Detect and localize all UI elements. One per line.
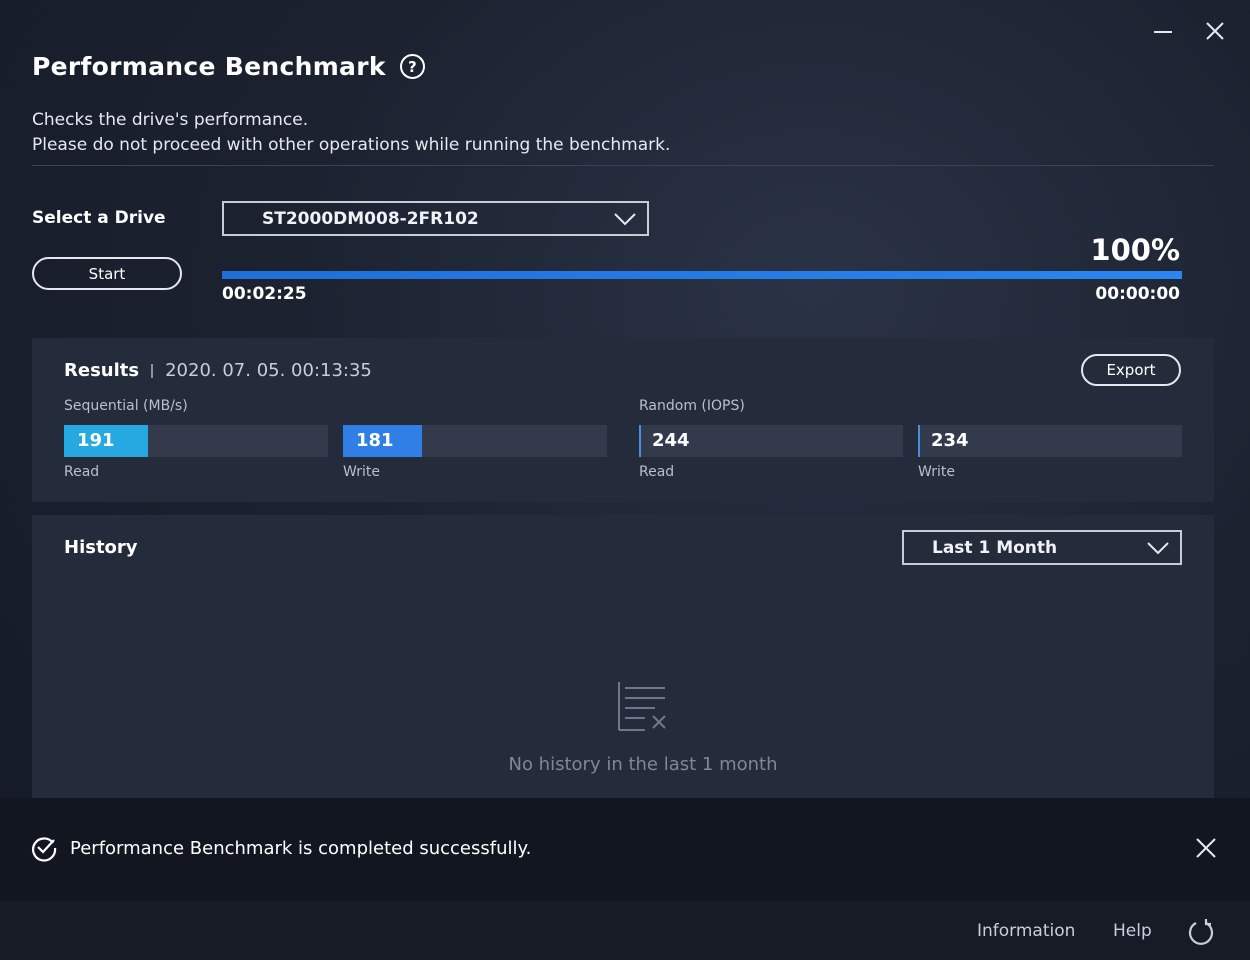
seq-write-meter: 181 xyxy=(343,425,607,457)
drive-dropdown[interactable]: ST2000DM008-2FR102 xyxy=(222,201,649,236)
toast-message: Performance Benchmark is completed succe… xyxy=(70,838,532,859)
information-link[interactable]: Information xyxy=(977,921,1075,941)
history-panel: History Last 1 Month No history in the l… xyxy=(32,515,1214,815)
sequential-label: Sequential (MB/s) xyxy=(64,398,188,414)
rand-write-value: 234 xyxy=(931,430,969,451)
results-timestamp: 2020. 07. 05. 00:13:35 xyxy=(165,360,372,381)
progress-bar-fill xyxy=(222,271,1182,279)
period-dropdown[interactable]: Last 1 Month xyxy=(902,530,1182,565)
page-title: Performance Benchmark xyxy=(32,52,386,81)
seq-write-label: Write xyxy=(343,464,380,480)
rand-write-meter: 234 xyxy=(918,425,1182,457)
remaining-time: 00:00:00 xyxy=(1095,284,1180,304)
page-header: Performance Benchmark ? xyxy=(32,52,425,81)
toast-close-icon[interactable] xyxy=(1194,836,1218,864)
rand-read-meter: 244 xyxy=(639,425,903,457)
start-button[interactable]: Start xyxy=(32,257,182,290)
rand-read-value: 244 xyxy=(652,430,690,451)
rand-write-edge xyxy=(918,425,920,457)
empty-history-text: No history in the last 1 month xyxy=(508,754,778,775)
results-header: Results 2020. 07. 05. 00:13:35 xyxy=(64,360,372,381)
drive-dropdown-value: ST2000DM008-2FR102 xyxy=(262,208,479,229)
chevron-down-icon xyxy=(1146,538,1170,563)
footer: Information Help xyxy=(0,901,1250,960)
history-title: History xyxy=(64,537,138,558)
refresh-icon[interactable] xyxy=(1186,917,1216,951)
seq-read-meter: 191 xyxy=(64,425,328,457)
help-icon[interactable]: ? xyxy=(399,54,425,79)
help-link[interactable]: Help xyxy=(1113,921,1152,941)
empty-list-icon xyxy=(615,680,671,740)
check-circle-icon xyxy=(30,834,58,866)
random-label: Random (IOPS) xyxy=(639,398,745,414)
seq-read-value: 191 xyxy=(77,430,115,451)
export-button[interactable]: Export xyxy=(1081,354,1181,386)
results-separator xyxy=(151,363,154,378)
results-panel: Results 2020. 07. 05. 00:13:35 Export Se… xyxy=(32,338,1214,502)
rand-read-label: Read xyxy=(639,464,675,480)
progress-bar xyxy=(222,271,1182,279)
window-controls xyxy=(1150,18,1228,44)
period-dropdown-value: Last 1 Month xyxy=(932,537,1058,558)
seq-read-label: Read xyxy=(64,464,100,480)
close-icon[interactable] xyxy=(1202,18,1228,44)
minimize-icon[interactable] xyxy=(1150,18,1176,44)
seq-write-value: 181 xyxy=(356,430,394,451)
elapsed-time: 00:02:25 xyxy=(222,284,307,304)
rand-read-edge xyxy=(639,425,641,457)
drive-label: Select a Drive xyxy=(32,208,166,228)
progress-percent: 100% xyxy=(1090,233,1180,267)
description-line-1: Checks the drive's performance. xyxy=(32,110,309,130)
success-toast: Performance Benchmark is completed succe… xyxy=(0,798,1250,901)
results-title: Results xyxy=(64,360,140,381)
chevron-down-icon xyxy=(613,209,637,234)
description: Checks the drive's performance. Please d… xyxy=(32,108,670,158)
description-line-2: Please do not proceed with other operati… xyxy=(32,135,671,155)
divider xyxy=(32,165,1214,166)
rand-write-label: Write xyxy=(918,464,955,480)
